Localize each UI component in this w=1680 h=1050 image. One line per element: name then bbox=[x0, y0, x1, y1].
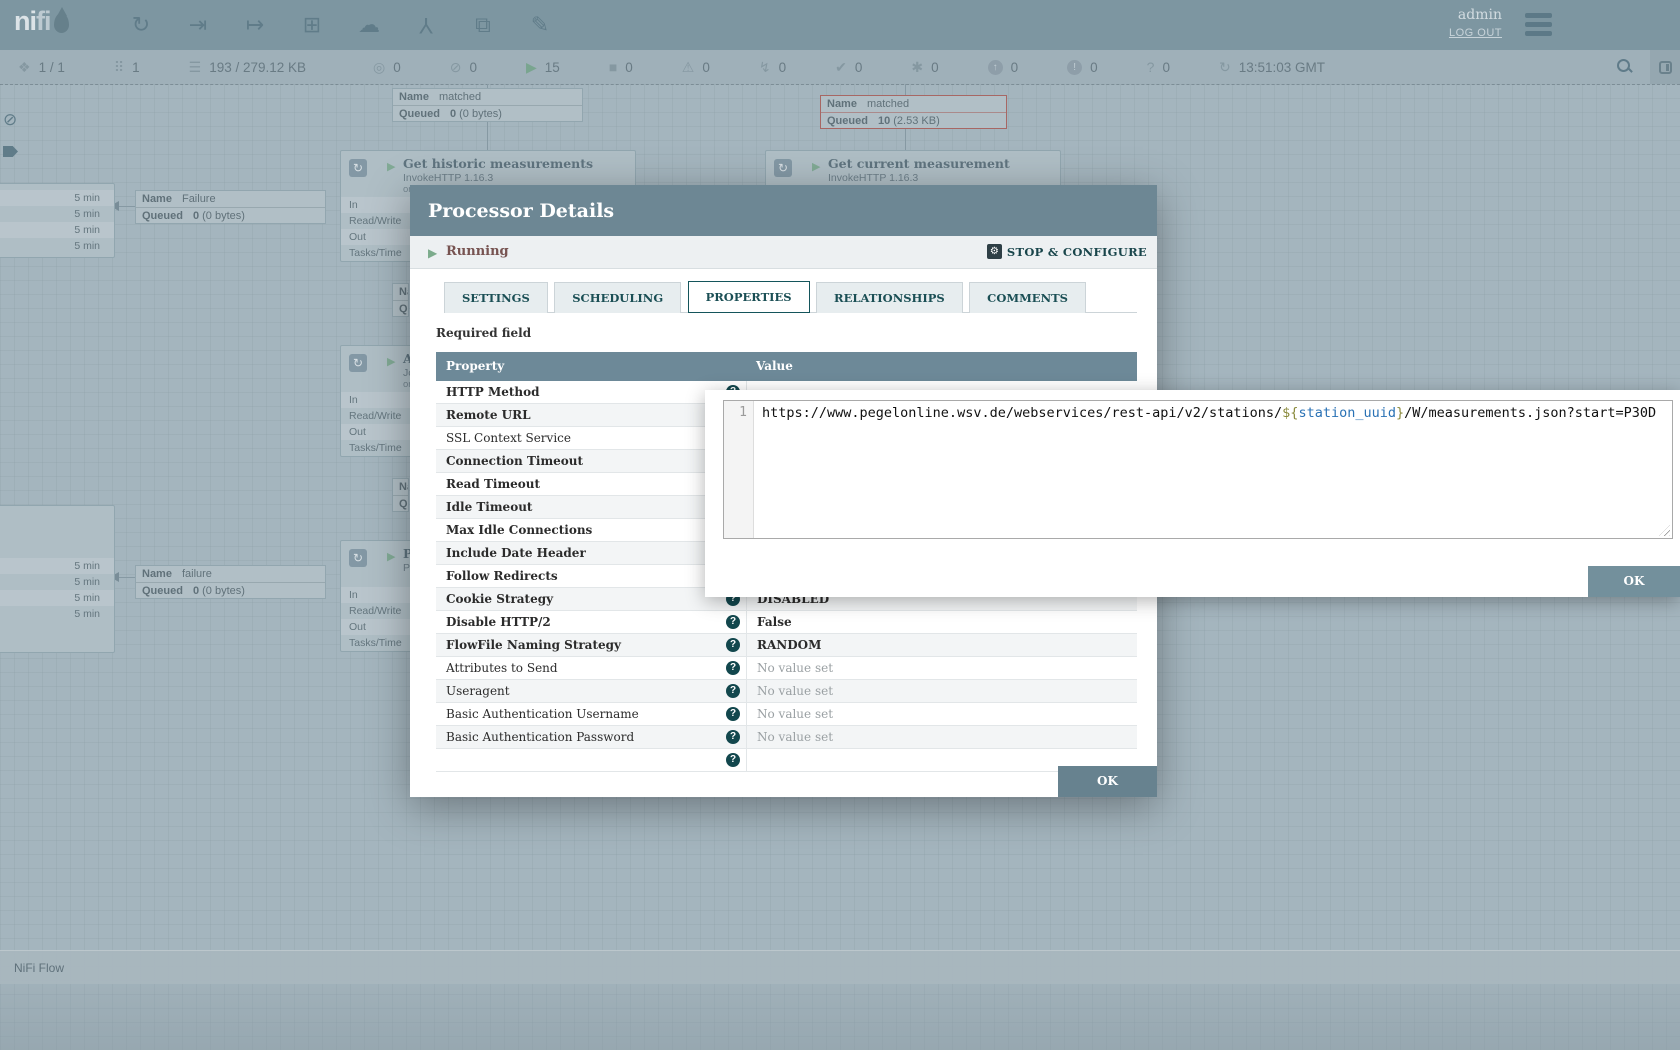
help-icon[interactable]: ? bbox=[726, 684, 740, 698]
dialog-header: Processor Details bbox=[410, 185, 1157, 236]
tab-settings[interactable]: SETTINGS bbox=[444, 282, 548, 313]
table-row-partial: ? bbox=[436, 749, 1137, 772]
value-editor-popup: 1 https://www.pegelonline.wsv.de/webserv… bbox=[705, 390, 1680, 597]
table-row: Disable HTTP/2?False bbox=[436, 611, 1137, 634]
nifi-app: Namematched Queued0 (0 bytes) Namematche… bbox=[0, 0, 1680, 1050]
help-icon[interactable]: ? bbox=[726, 753, 740, 767]
help-icon[interactable]: ? bbox=[726, 707, 740, 721]
running-triangle-icon: ▶ bbox=[428, 246, 437, 260]
table-row: Basic Authentication Username?No value s… bbox=[436, 703, 1137, 726]
help-icon[interactable]: ? bbox=[726, 615, 740, 629]
dialog-title: Processor Details bbox=[428, 200, 614, 222]
table-row: FlowFile Naming Strategy?RANDOM bbox=[436, 634, 1137, 657]
tab-scheduling[interactable]: SCHEDULING bbox=[554, 282, 681, 313]
line-number-gutter: 1 bbox=[724, 401, 754, 538]
stop-configure-gear-icon: ⚙ bbox=[987, 244, 1002, 259]
tab-comments[interactable]: COMMENTS bbox=[969, 282, 1086, 313]
editor-ok-button[interactable]: OK bbox=[1588, 566, 1680, 597]
help-icon[interactable]: ? bbox=[726, 730, 740, 744]
tab-properties[interactable]: PROPERTIES bbox=[688, 281, 810, 313]
resize-handle-icon[interactable] bbox=[1659, 525, 1670, 536]
processor-run-status: Running bbox=[446, 244, 509, 259]
required-field-note: Required field bbox=[436, 326, 531, 340]
stop-and-configure-button[interactable]: ⚙ STOP & CONFIGURE bbox=[987, 244, 1147, 259]
help-icon[interactable]: ? bbox=[726, 638, 740, 652]
dialog-tabs: SETTINGS SCHEDULING PROPERTIES RELATIONS… bbox=[444, 281, 1137, 313]
value-editor-content: https://www.pegelonline.wsv.de/webservic… bbox=[762, 405, 1658, 421]
column-property: Property bbox=[436, 352, 746, 381]
table-header: Property Value bbox=[436, 352, 1137, 381]
table-row: Basic Authentication Password?No value s… bbox=[436, 726, 1137, 749]
column-value: Value bbox=[746, 352, 1137, 381]
table-row: Attributes to Send?No value set bbox=[436, 657, 1137, 680]
value-editor-textarea[interactable]: 1 https://www.pegelonline.wsv.de/webserv… bbox=[723, 400, 1673, 539]
tab-relationships[interactable]: RELATIONSHIPS bbox=[816, 282, 963, 313]
dialog-status-bar: ▶ Running ⚙ STOP & CONFIGURE bbox=[410, 236, 1157, 269]
help-icon[interactable]: ? bbox=[726, 661, 740, 675]
dialog-ok-button[interactable]: OK bbox=[1058, 766, 1157, 797]
table-row: Useragent?No value set bbox=[436, 680, 1137, 703]
